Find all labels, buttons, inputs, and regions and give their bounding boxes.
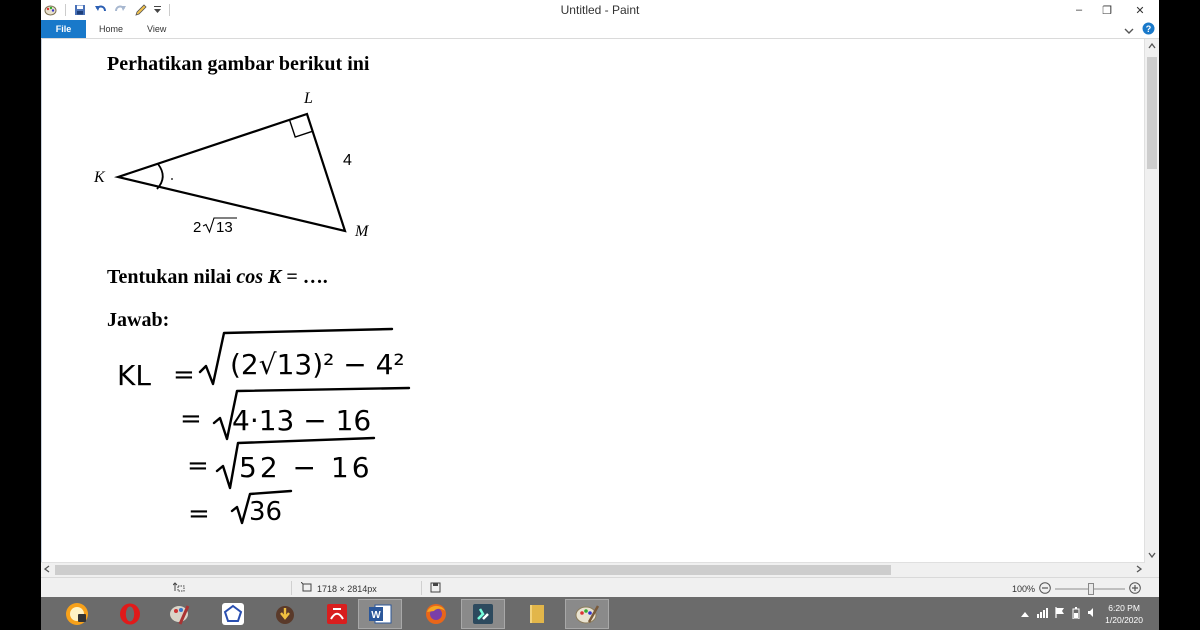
- folder-icon[interactable]: [515, 599, 559, 629]
- status-divider: [291, 581, 292, 595]
- status-divider: [421, 581, 422, 595]
- system-tray: 6:20 PM 1/20/2020: [1021, 597, 1157, 630]
- ribbon-tab-bar: File Home View ?: [41, 20, 1159, 39]
- hw-line1-equals: =: [173, 360, 195, 390]
- help-icon[interactable]: ?: [1142, 22, 1155, 40]
- hw-line3-expr: 52 − 16: [239, 451, 373, 484]
- maximize-button[interactable]: ❐: [1093, 0, 1121, 20]
- clock-date: 1/20/2020: [1105, 614, 1143, 625]
- battery-icon[interactable]: [1072, 606, 1080, 621]
- zoom-out-icon[interactable]: [1039, 582, 1051, 596]
- drawing-canvas[interactable]: Perhatikan gambar berikut ini L K M 4 2 …: [42, 39, 1145, 562]
- disk-icon: [430, 582, 441, 595]
- firefox-icon[interactable]: [414, 599, 458, 629]
- tab-home[interactable]: Home: [99, 20, 123, 38]
- scroll-up-icon[interactable]: [1148, 41, 1156, 51]
- zoom-slider[interactable]: [1055, 583, 1126, 595]
- scroll-down-icon[interactable]: [1148, 550, 1156, 560]
- taskbar-clock[interactable]: 6:20 PM 1/20/2020: [1105, 602, 1143, 626]
- hw-line3-equals: =: [187, 451, 209, 481]
- ribbon-controls: ?: [1124, 22, 1155, 40]
- tab-file[interactable]: File: [41, 20, 86, 38]
- zoom-level: 100%: [1012, 584, 1036, 594]
- pdf-reader-icon[interactable]: [315, 599, 359, 629]
- start-orb-icon[interactable]: [55, 599, 99, 629]
- hw-line1-lhs: KL: [117, 359, 151, 392]
- taskbar: W 6:20 PM 1/20/2020: [41, 597, 1159, 630]
- download-app-icon[interactable]: [263, 599, 307, 629]
- paint-icon[interactable]: [565, 599, 609, 629]
- opera-icon[interactable]: [108, 599, 152, 629]
- svg-text:?: ?: [1146, 24, 1152, 34]
- status-bar: 1718 × 2814px 100%: [41, 577, 1159, 598]
- hw-line4-expr: 36: [249, 497, 282, 527]
- zoom-in-icon[interactable]: [1129, 582, 1141, 596]
- hw-line2-expr: 4·13 − 16: [232, 404, 371, 437]
- cursor-position-icon: [172, 582, 185, 595]
- expand-ribbon-icon[interactable]: [1124, 22, 1134, 40]
- action-center-flag-icon[interactable]: [1055, 607, 1065, 620]
- window-controls: ‒ ❐ ✕: [1065, 0, 1159, 20]
- dimensions-icon: [300, 581, 313, 595]
- svg-text:W: W: [371, 610, 381, 621]
- media-app-icon[interactable]: [461, 599, 505, 629]
- show-hidden-icons-icon[interactable]: [1021, 609, 1030, 619]
- file-size: [430, 582, 441, 595]
- horizontal-scroll-thumb[interactable]: [55, 565, 891, 575]
- paint-brush-app-icon[interactable]: [158, 599, 202, 629]
- window-title: Untitled - Paint: [560, 3, 640, 17]
- image-dimensions: 1718 × 2814px: [300, 581, 377, 595]
- scroll-right-icon[interactable]: [1136, 565, 1143, 575]
- handwritten-solution: KL = (2√13)² − 4² = 4·13 − 16 = 52 − 16 …: [117, 327, 411, 529]
- volume-icon[interactable]: [1087, 607, 1098, 620]
- hw-line1-expr: (2√13)² − 4²: [230, 348, 405, 381]
- tab-view[interactable]: View: [147, 20, 166, 38]
- vertical-scrollbar[interactable]: [1144, 39, 1159, 562]
- vertical-scroll-thumb[interactable]: [1147, 57, 1157, 169]
- paint-window: Untitled - Paint ‒ ❐ ✕ File Home View ? …: [41, 0, 1159, 630]
- clock-time: 6:20 PM: [1108, 602, 1140, 613]
- zoom-controls: 100%: [1012, 582, 1141, 596]
- minimize-button[interactable]: ‒: [1065, 0, 1093, 20]
- horizontal-scrollbar[interactable]: [41, 562, 1145, 577]
- scroll-left-icon[interactable]: [43, 565, 50, 575]
- close-button[interactable]: ✕: [1121, 0, 1159, 20]
- hw-line4-equals: =: [188, 499, 210, 529]
- hw-line2-equals: =: [180, 404, 202, 434]
- dimensions-text: 1718 × 2814px: [317, 583, 377, 594]
- cursor-position: [172, 582, 185, 595]
- canvas-area: Perhatikan gambar berikut ini L K M 4 2 …: [41, 39, 1145, 562]
- network-icon[interactable]: [1036, 607, 1049, 620]
- polygon-app-icon[interactable]: [211, 599, 255, 629]
- word-icon[interactable]: W: [358, 599, 402, 629]
- title-bar: Untitled - Paint ‒ ❐ ✕: [41, 0, 1159, 21]
